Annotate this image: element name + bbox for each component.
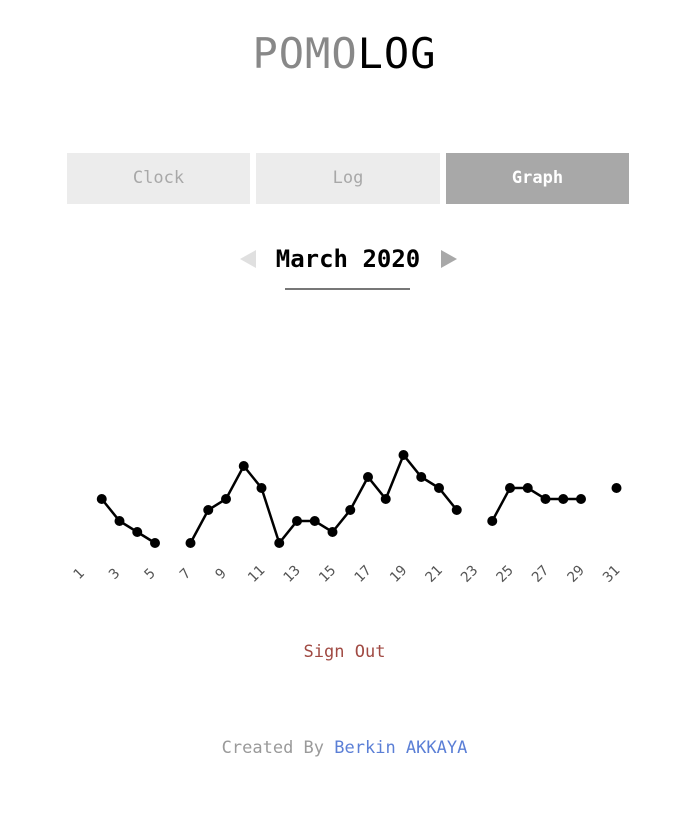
x-tick-label: 13	[281, 563, 304, 586]
data-point-day-27	[540, 494, 551, 504]
data-point-day-14	[309, 516, 320, 526]
footer-prefix: Created By	[221, 738, 325, 758]
pomodoro-line-chart: 1 3 5 7 9 11 13 15 17 19 21 23 25 27 29 31	[71, 450, 623, 586]
x-tick-label: 3	[106, 566, 123, 583]
x-tick-label: 11	[245, 563, 268, 586]
data-point-day-7	[185, 538, 196, 548]
x-tick-label: 7	[177, 566, 194, 583]
data-point-day-25	[505, 483, 515, 493]
footer: Created By Berkin AKKAYA	[0, 738, 689, 758]
triangle-left-icon[interactable]	[240, 250, 256, 268]
triangle-right-icon[interactable]	[441, 250, 457, 268]
view-tabs: Clock Log Graph	[67, 153, 629, 204]
tab-graph[interactable]: Graph	[446, 153, 629, 204]
series-line-segment-1	[100, 498, 156, 545]
sign-out-link[interactable]: Sign Out	[0, 642, 689, 662]
x-tick-label: 15	[316, 563, 339, 586]
data-point-day-17	[363, 472, 373, 482]
x-tick-label: 19	[387, 563, 410, 586]
tab-clock[interactable]: Clock	[67, 153, 250, 204]
data-point-day-2	[96, 494, 107, 504]
month-label: March 2020	[275, 245, 421, 273]
x-tick-label: 25	[494, 563, 517, 586]
logo-light-part: POMO	[252, 29, 358, 78]
data-point-day-21	[434, 483, 444, 493]
data-point-day-3	[114, 516, 125, 526]
data-point-day-10	[238, 461, 249, 471]
data-point-day-22	[451, 505, 462, 515]
tab-log[interactable]: Log	[256, 153, 440, 204]
x-tick-label: 1	[71, 566, 88, 583]
data-point-day-5	[150, 538, 160, 548]
x-tick-label: 23	[458, 563, 481, 586]
data-point-day-11	[256, 483, 267, 493]
data-point-day-20	[416, 472, 427, 482]
author-link[interactable]: Berkin AKKAYA	[334, 738, 467, 758]
data-point-day-9	[221, 494, 231, 504]
data-point-day-31	[611, 483, 622, 493]
x-tick-label: 17	[352, 563, 375, 586]
series-line-segment-3	[491, 486, 581, 522]
data-point-day-26	[522, 483, 533, 493]
data-point-day-12	[274, 538, 285, 548]
data-point-day-28	[558, 494, 569, 504]
data-point-day-16	[345, 505, 356, 515]
x-tick-label: 29	[565, 563, 588, 586]
data-point-day-15	[327, 527, 338, 537]
data-point-day-19	[398, 450, 409, 460]
x-tick-label: 5	[142, 566, 159, 583]
data-point-day-4	[132, 527, 143, 537]
data-point-day-18	[380, 494, 391, 504]
x-tick-label: 31	[600, 563, 623, 586]
x-tick-label: 27	[529, 563, 552, 586]
data-point-day-29	[576, 494, 586, 504]
app-logo: POMOLOG	[0, 28, 689, 80]
logo-dark-part: LOG	[357, 29, 437, 78]
month-navigator: March 2020	[0, 240, 689, 300]
data-point-day-24	[487, 516, 498, 526]
x-tick-label: 9	[213, 566, 230, 583]
data-point-day-13	[292, 516, 302, 526]
month-underline	[285, 288, 410, 290]
x-tick-label: 21	[423, 563, 446, 586]
data-point-day-8	[203, 505, 214, 515]
